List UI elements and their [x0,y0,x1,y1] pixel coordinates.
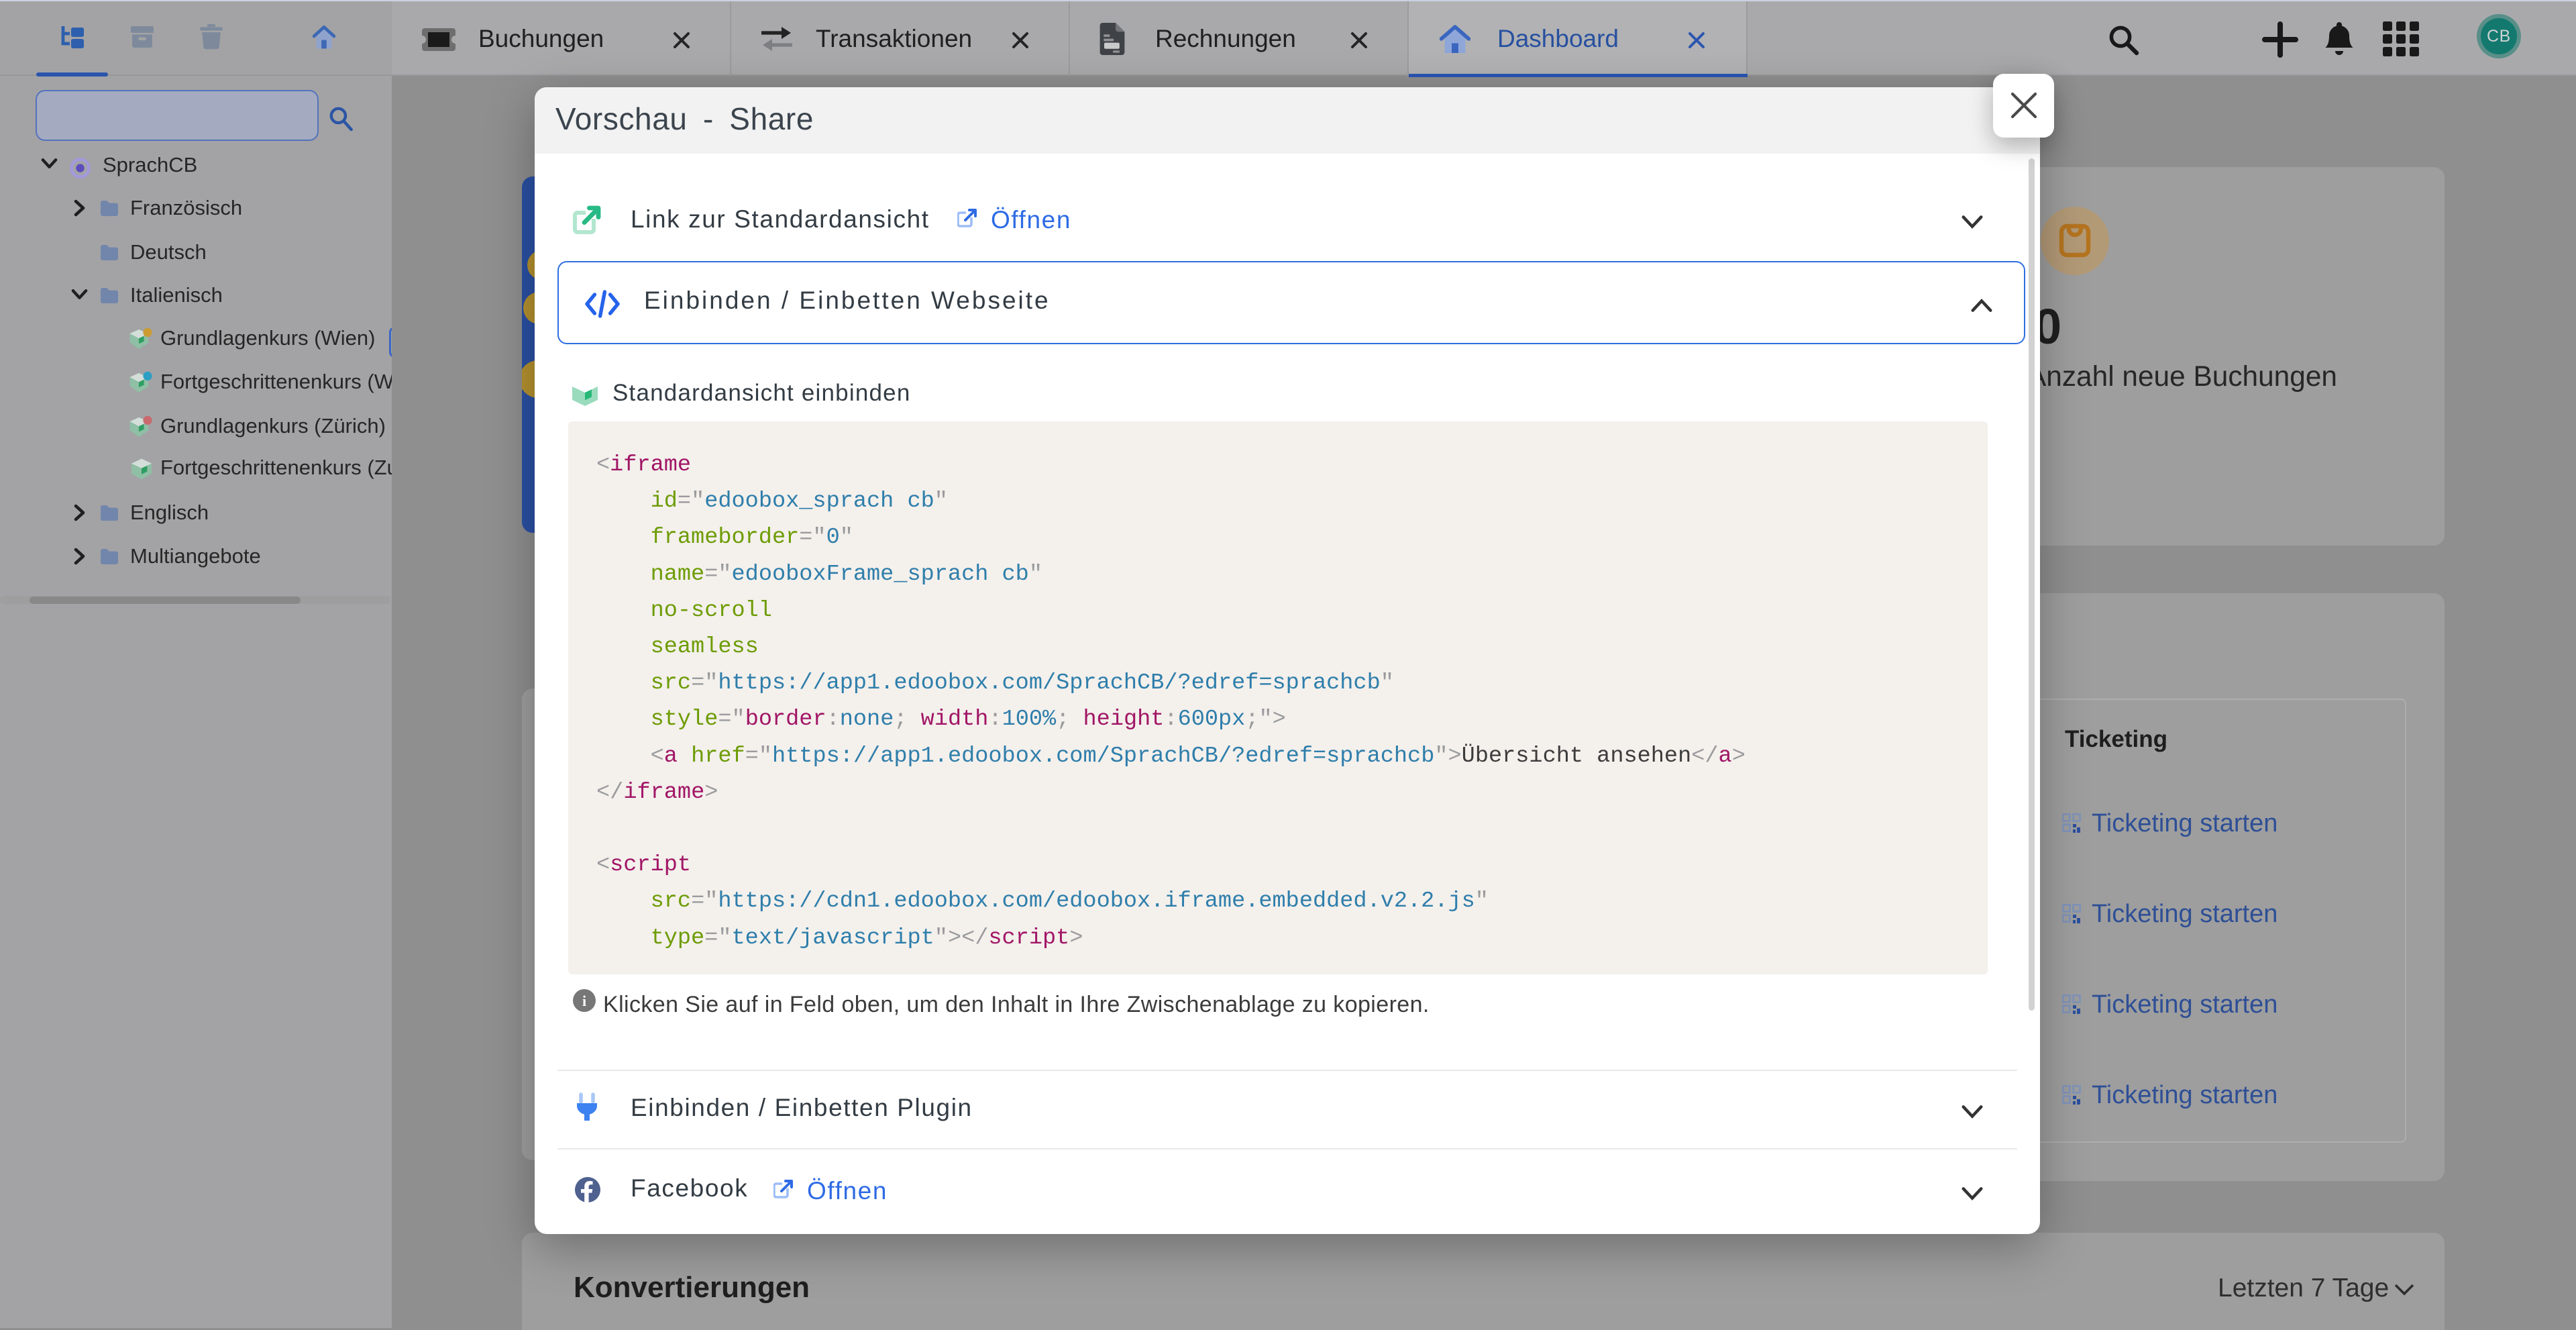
svg-text:i: i [582,992,586,1009]
